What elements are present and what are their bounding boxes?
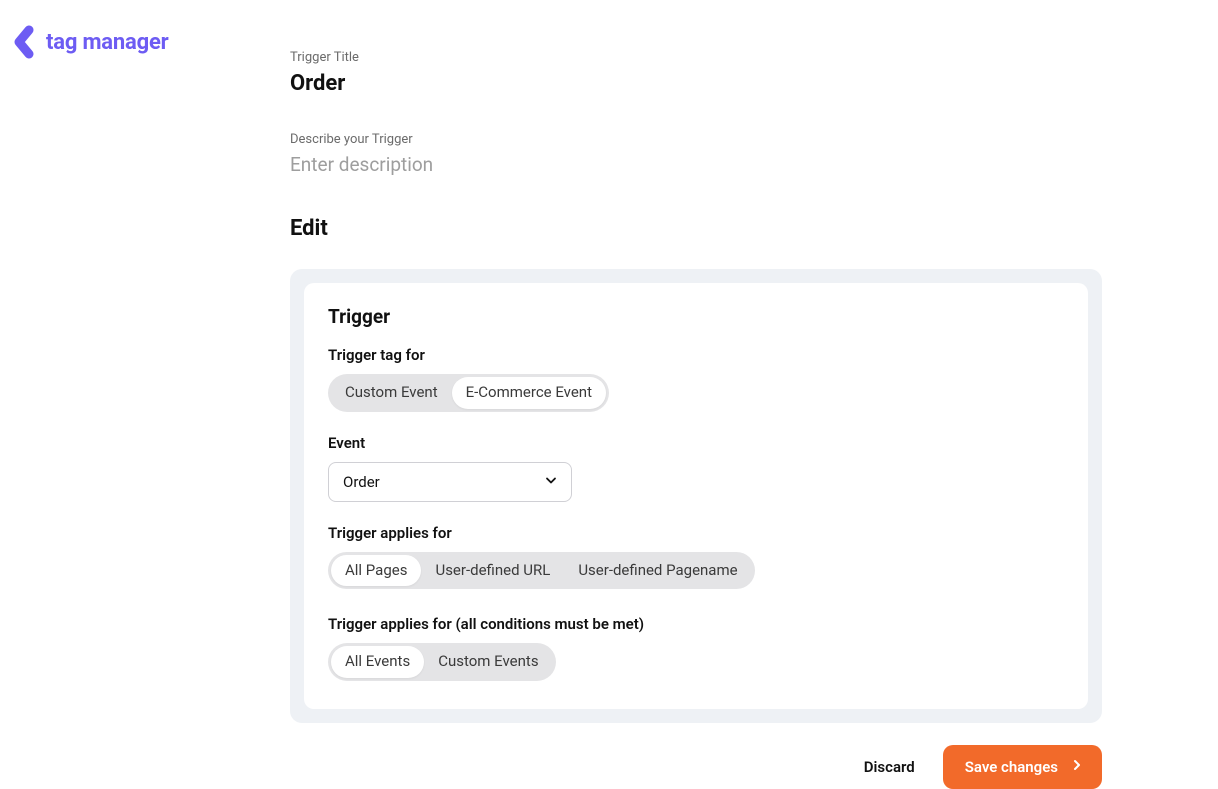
- app-logo: tag manager: [14, 24, 169, 60]
- applies-for-group: All Pages User-defined URL User-defined …: [328, 552, 755, 590]
- trigger-title-label: Trigger Title: [290, 50, 1102, 65]
- logo-icon: [14, 24, 38, 60]
- pill-custom-events[interactable]: Custom Events: [424, 646, 552, 678]
- pill-user-defined-pagename[interactable]: User-defined Pagename: [564, 555, 751, 587]
- conditions-label: Trigger applies for (all conditions must…: [328, 615, 1064, 633]
- event-select[interactable]: Order: [328, 462, 572, 502]
- chevron-right-icon: [1070, 758, 1084, 776]
- describe-label: Describe your Trigger: [290, 132, 1102, 147]
- description-input[interactable]: [290, 153, 1102, 176]
- trigger-title-value[interactable]: Order: [290, 71, 1102, 96]
- save-button-label: Save changes: [965, 758, 1058, 776]
- trigger-tag-for-group: Custom Event E-Commerce Event: [328, 374, 609, 412]
- trigger-panel: Trigger Trigger tag for Custom Event E-C…: [290, 269, 1102, 723]
- pill-all-events[interactable]: All Events: [331, 646, 424, 678]
- panel-title: Trigger: [328, 305, 1064, 328]
- save-button[interactable]: Save changes: [943, 745, 1102, 789]
- pill-custom-event[interactable]: Custom Event: [331, 377, 452, 409]
- applies-for-label: Trigger applies for: [328, 524, 1064, 542]
- pill-user-defined-url[interactable]: User-defined URL: [421, 555, 564, 587]
- conditions-group: All Events Custom Events: [328, 643, 556, 681]
- trigger-tag-for-label: Trigger tag for: [328, 346, 1064, 364]
- logo-text: tag manager: [46, 30, 169, 55]
- pill-ecommerce-event[interactable]: E-Commerce Event: [452, 377, 606, 409]
- edit-heading: Edit: [290, 216, 1102, 241]
- event-label: Event: [328, 434, 1064, 452]
- discard-button[interactable]: Discard: [864, 758, 915, 776]
- pill-all-pages[interactable]: All Pages: [331, 555, 421, 587]
